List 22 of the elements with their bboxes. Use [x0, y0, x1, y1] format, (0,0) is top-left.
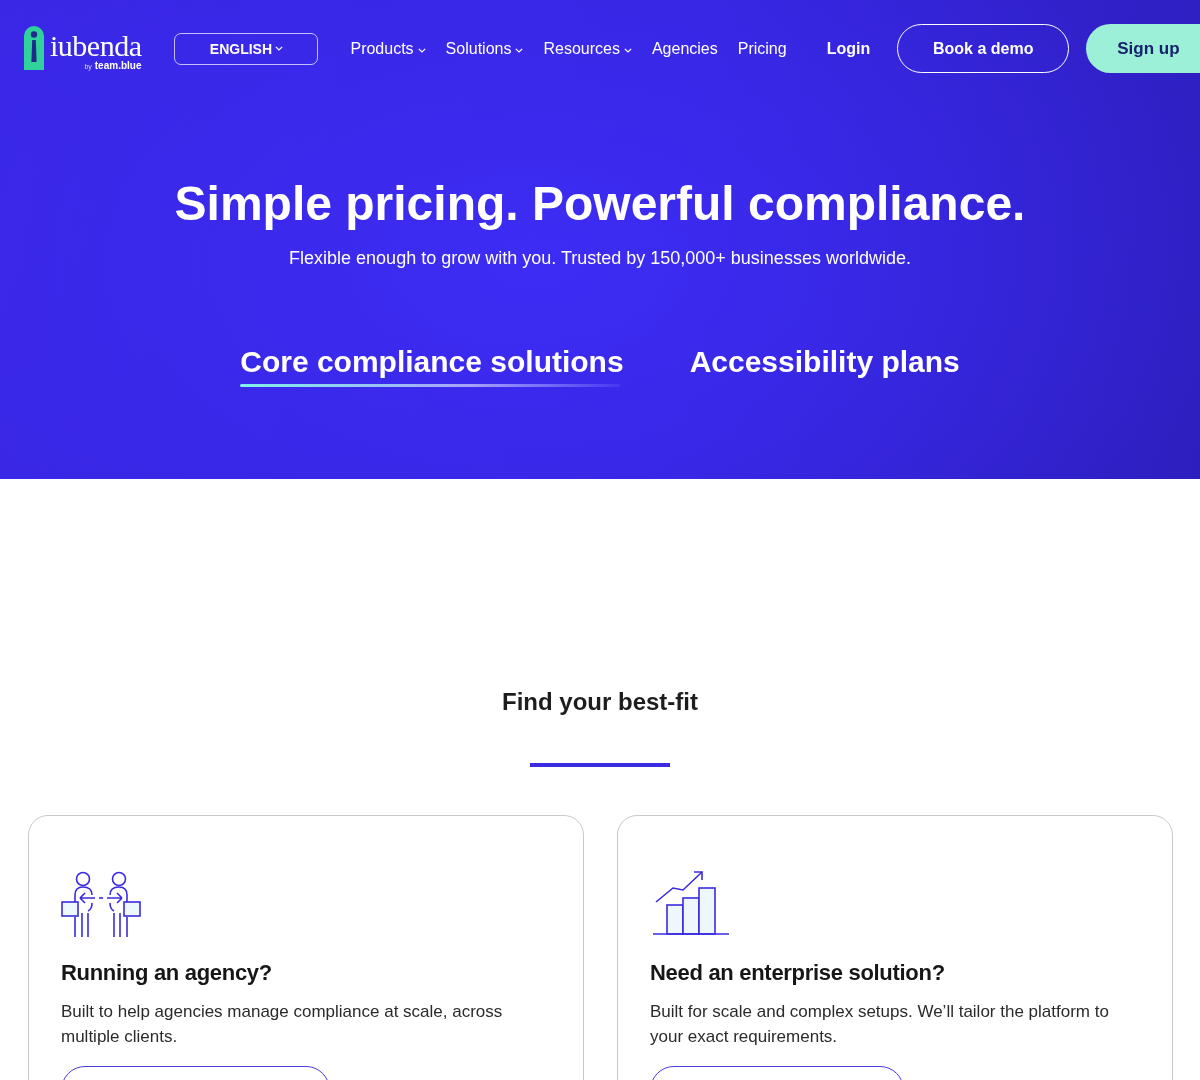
login-link[interactable]: Login	[826, 39, 871, 58]
hero-subtitle: Flexible enough to grow with you. Trusted by 150,000+ businesses worldwide.	[289, 248, 911, 269]
nav-link[interactable]: Products	[350, 39, 426, 58]
logo-wordmark[interactable]: iubenda	[50, 32, 142, 60]
nav-link[interactable]: Resources	[543, 39, 632, 58]
card-description: Built to help agencies manage compliance at scale, across multiple clients.	[61, 1001, 504, 1048]
sign-up-button[interactable]: Sign up	[1086, 24, 1200, 73]
keyhole-logo-icon	[24, 26, 44, 70]
nav-link[interactable]: Solutions	[445, 39, 524, 58]
card-description: Built for scale and complex setups. We’ll tailor the platform to your exact requirements.	[650, 1001, 1110, 1048]
hero-title: Simple pricing. Powerful compliance.	[174, 176, 1026, 232]
plan-tab[interactable]: Core compliance solutions	[240, 345, 624, 387]
plan-tab[interactable]: Accessibility plans	[689, 345, 960, 387]
card-title: Need an enterprise solution?	[650, 959, 945, 987]
nav-link[interactable]: Agencies	[651, 39, 718, 58]
card-title: Running an agency?	[61, 959, 272, 987]
nav-link[interactable]: Pricing	[737, 39, 787, 58]
growth-chart-icon	[653, 871, 729, 937]
logo-brand: team.blue	[94, 60, 142, 71]
section-heading: Find your best-fit	[502, 687, 698, 717]
people-exchange-icon	[61, 871, 141, 937]
language-selector[interactable]: ENGLISH	[174, 32, 319, 65]
